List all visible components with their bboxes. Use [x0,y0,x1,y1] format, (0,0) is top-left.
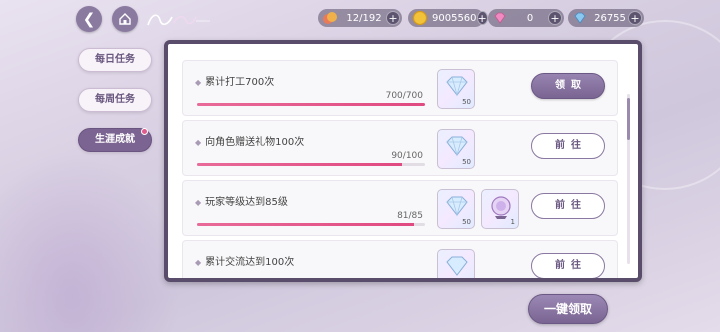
bullet-icon: ◆ [195,258,202,267]
bullet-icon: ◆ [195,198,202,207]
reward-quantity: 50 [462,98,471,106]
reward-quantity: 1 [510,218,515,226]
task-progress-text: 90/100 [391,151,423,161]
back-button[interactable]: ❮ [76,6,102,32]
tab-label: 每周任务 [95,94,135,105]
go-button[interactable]: 前往 [531,133,605,159]
task-title: ◆ 累计打工700次 [195,77,275,88]
tab-daily-tasks[interactable]: 每日任务 [78,48,152,72]
task-progress-bar [197,163,425,166]
gold-counter: 9005560 + [408,9,488,27]
tab-career-achievements[interactable]: 生涯成就 [78,128,152,152]
notification-dot [141,128,148,135]
achievement-panel: ◆ 累计打工700次 700/700 50 领取 ◆ 向角色赠送礼物100次 90/… [164,40,642,282]
game-logo [146,10,216,30]
blue-diamond-icon [574,12,586,24]
tab-label: 生涯成就 [95,134,135,145]
task-row: ◆ 累计打工700次 700/700 50 领取 [182,60,618,116]
task-title: ◆ 向角色赠送礼物100次 [195,137,305,148]
scroll-thumb[interactable] [627,98,630,140]
top-bar: ❮ 12/192 + 9005560 + 0 + 26755 + [0,6,720,32]
task-progress-text: 700/700 [385,91,423,101]
task-title: ◆ 玩家等级达到85级 [195,197,288,208]
scrollbar[interactable] [627,94,630,264]
background-castle [0,150,180,332]
gold-value: 9005560 [432,12,477,24]
stamina-counter: 12/192 + [318,9,402,27]
claim-all-button[interactable]: 一键领取 [528,294,608,324]
task-row: ◆ 累计交流达到100次 前往 [182,240,618,278]
reward-item[interactable]: 50 [437,69,475,109]
add-pink-diamond-button[interactable]: + [548,11,562,25]
add-stamina-button[interactable]: + [386,11,400,25]
pink-diamond-counter: 0 + [488,9,564,27]
go-button[interactable]: 前往 [531,193,605,219]
reward-item[interactable] [437,249,475,278]
blue-diamond-counter: 26755 + [568,9,644,27]
blue-diamond-value: 26755 [594,12,626,24]
bullet-icon: ◆ [195,138,202,147]
pink-diamond-icon [494,12,506,24]
claim-button[interactable]: 领取 [531,73,605,99]
task-title: ◆ 累计交流达到100次 [195,257,295,268]
add-gold-button[interactable]: + [476,11,488,25]
back-arrow-icon: ❮ [82,10,96,28]
task-row: ◆ 向角色赠送礼物100次 90/100 50 前往 [182,120,618,176]
diamond-icon [446,136,468,157]
stamina-value: 12/192 [346,12,382,24]
reward-item[interactable]: 50 [437,129,475,169]
tab-label: 每日任务 [95,54,135,65]
diamond-icon [446,196,468,217]
task-progress-bar [197,103,425,106]
reward-item[interactable]: 50 [437,189,475,229]
reward-quantity: 50 [462,158,471,166]
task-row: ◆ 玩家等级达到85级 81/85 50 1 前往 [182,180,618,236]
home-button[interactable] [112,6,138,32]
diamond-icon [446,76,468,97]
task-progress-bar [197,223,425,226]
tab-weekly-tasks[interactable]: 每周任务 [78,88,152,112]
add-blue-diamond-button[interactable]: + [628,11,642,25]
reward-quantity: 50 [462,218,471,226]
pink-diamond-value: 0 [526,12,534,24]
gold-coin-icon [412,10,428,26]
bullet-icon: ◆ [195,78,202,87]
task-progress-text: 81/85 [397,211,423,221]
home-icon [119,13,131,25]
go-button[interactable]: 前往 [531,253,605,278]
reward-item[interactable]: 1 [481,189,519,229]
diamond-icon [446,256,468,276]
stamina-icon [323,12,337,24]
